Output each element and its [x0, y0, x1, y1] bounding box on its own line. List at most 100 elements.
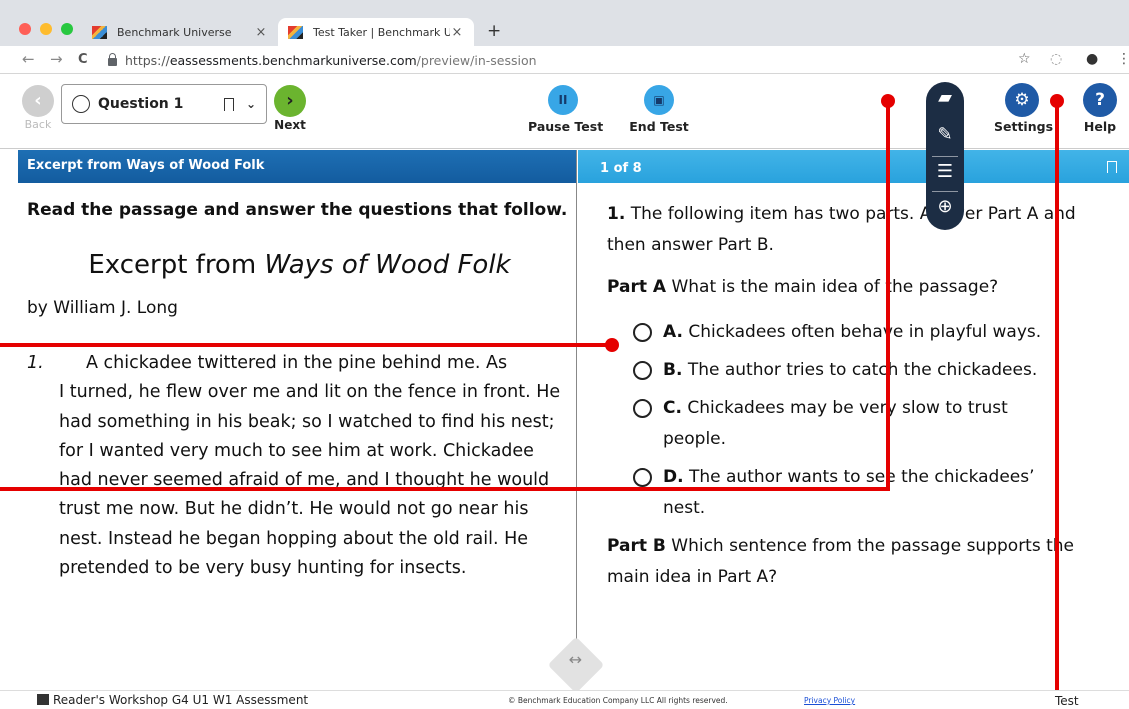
question-pane: 1. The following item has two parts. Ans… [607, 199, 1102, 593]
next-label: Next [274, 118, 306, 132]
chevron-down-icon[interactable]: ⌄ [246, 97, 256, 111]
close-tab-icon[interactable]: × [254, 25, 268, 40]
maximize-window-button[interactable] [61, 23, 73, 35]
address-bar-row: ← → C https://eassessments.benchmarkuniv… [0, 46, 1129, 74]
tab-label: Test Taker | Benchmark Univer [313, 25, 450, 39]
answer-choice-d[interactable]: D. The author wants to see the chickadee… [633, 462, 1102, 524]
extension-icon[interactable]: ◌ [1050, 51, 1062, 67]
question-stem: 1. The following item has two parts. Ans… [607, 199, 1102, 261]
answer-choice-a[interactable]: A. Chickadees often behave in playful wa… [633, 317, 1102, 348]
browser-tab-test-taker[interactable]: Test Taker | Benchmark Univer × [278, 18, 474, 46]
part-a-text: What is the main idea of the passage? [671, 277, 999, 297]
browser-tab-benchmark-universe[interactable]: Benchmark Universe × [82, 18, 278, 46]
choice-body: Chickadees often behave in playful ways. [688, 322, 1042, 342]
radio-button[interactable] [633, 361, 652, 380]
resize-arrows-icon: ↔ [568, 649, 583, 669]
browser-tab-bar: Benchmark Universe × Test Taker | Benchm… [0, 0, 1129, 46]
forward-arrow-icon[interactable]: → [50, 50, 63, 68]
choice-text: B. The author tries to catch the chickad… [663, 355, 1068, 386]
question-selector[interactable]: Question 1 ⌄ [61, 84, 267, 124]
radio-button[interactable] [633, 399, 652, 418]
question-stem-text: The following item has two parts. Answer… [607, 204, 1076, 255]
new-tab-button[interactable]: + [487, 21, 501, 41]
answer-choice-c[interactable]: C. Chickadees may be very slow to trust … [633, 393, 1102, 455]
choice-body: The author wants to see the chickadees’ … [663, 467, 1035, 518]
close-tab-icon[interactable]: × [450, 25, 464, 40]
footer: Reader's Workshop G4 U1 W1 Assessment © … [0, 690, 1129, 709]
tool-divider [932, 191, 958, 192]
help-label: Help [1083, 119, 1117, 134]
briefcase-icon[interactable]: ▰ [926, 87, 964, 108]
paragraph-body: I turned, he flew over me and lit on the… [59, 382, 561, 579]
window-controls [19, 23, 73, 35]
close-window-button[interactable] [19, 23, 31, 35]
passage-title-prefix: Excerpt from [88, 250, 265, 280]
help-button[interactable]: ? Help [1082, 83, 1118, 134]
gear-icon: ⚙ [1005, 83, 1039, 117]
passage-header: Excerpt from Ways of Wood Folk [18, 150, 577, 183]
choice-text: A. Chickadees often behave in playful wa… [663, 317, 1068, 348]
browser-menu-icon[interactable]: ⋮ [1117, 51, 1129, 67]
question-counter: 1 of 8 [600, 161, 642, 176]
side-tool-strip: ▰ ✎ ☰ ⊕ [926, 82, 964, 230]
pause-test-button[interactable]: II Pause Test [528, 85, 604, 134]
choice-text: C. Chickadees may be very slow to trust … [663, 393, 1068, 455]
question-header: 1 of 8 [578, 150, 1129, 183]
pencil-icon[interactable]: ✎ [926, 124, 964, 145]
bookmark-star-icon[interactable]: ☆ [1018, 51, 1031, 67]
part-b-label: Part B [607, 536, 666, 556]
url-scheme: https:// [125, 52, 170, 68]
tab-label: Benchmark Universe [117, 25, 232, 39]
back-arrow-icon: ‹ [22, 85, 54, 117]
passage-byline: by William J. Long [27, 298, 178, 318]
part-b-prompt: Part B Which sentence from the passage s… [607, 531, 1102, 593]
test-preview-label: Test Preview [1055, 694, 1102, 709]
choice-letter: A. [663, 322, 683, 342]
back-arrow-icon[interactable]: ← [22, 50, 35, 68]
bookmark-icon[interactable] [223, 97, 234, 111]
part-a-prompt: Part A What is the main idea of the pass… [607, 272, 1102, 303]
radio-button[interactable] [633, 323, 652, 342]
settings-button[interactable]: ⚙ Settings [994, 83, 1054, 134]
question-selector-label: Question 1 [98, 96, 184, 112]
choice-body: Chickadees may be very slow to trust peo… [663, 398, 1008, 449]
benchmark-favicon-icon [92, 25, 107, 39]
choice-letter: D. [663, 467, 684, 487]
passage-title: Excerpt from Ways of Wood Folk [27, 250, 572, 280]
passage-title-italic: Ways of Wood Folk [264, 250, 511, 280]
url-host: eassessments.benchmarkuniverse.com [169, 52, 417, 68]
flag-bookmark-icon[interactable] [1107, 161, 1117, 173]
assessment-name: Reader's Workshop G4 U1 W1 Assessment [37, 693, 308, 707]
end-test-label: End Test [629, 119, 689, 134]
paragraph-number: 1. [27, 353, 44, 373]
reload-icon[interactable]: C [78, 52, 88, 67]
radio-button[interactable] [633, 468, 652, 487]
settings-label: Settings [994, 119, 1054, 134]
profile-icon[interactable]: ● [1086, 51, 1098, 67]
pause-icon: II [548, 85, 578, 115]
line-reader-icon[interactable]: ☰ [926, 161, 964, 182]
end-test-button[interactable]: ▣ End Test [628, 85, 690, 134]
url-field[interactable]: https://eassessments.benchmarkuniverse.c… [108, 49, 1028, 71]
choice-letter: B. [663, 360, 683, 380]
zoom-icon[interactable]: ⊕ [926, 196, 964, 217]
question-number: 1. [607, 204, 626, 224]
copyright: © Benchmark Education Company LLC All ri… [508, 696, 728, 705]
passage-paragraph-1: 1. A chickadee twittered in the pine beh… [27, 349, 572, 583]
pane-divider[interactable] [576, 150, 577, 690]
lock-icon [108, 53, 117, 66]
pane-resize-handle[interactable]: ↔ [547, 636, 605, 694]
back-label: Back [24, 118, 52, 131]
minimize-window-button[interactable] [40, 23, 52, 35]
privacy-policy-link[interactable]: Privacy Policy [804, 696, 855, 705]
url-path: /preview/in-session [416, 52, 537, 68]
pause-test-label: Pause Test [528, 119, 604, 134]
paragraph-first-line: A chickadee twittered in the pine behind… [86, 353, 508, 373]
benchmark-favicon-icon [288, 25, 303, 39]
clipboard-icon: ▣ [644, 85, 674, 115]
answer-choice-b[interactable]: B. The author tries to catch the chickad… [633, 355, 1102, 386]
part-a-label: Part A [607, 277, 667, 297]
next-button[interactable]: › Next [268, 85, 312, 132]
choice-body: The author tries to catch the chickadees… [687, 360, 1038, 380]
back-button[interactable]: ‹ Back [20, 85, 56, 131]
